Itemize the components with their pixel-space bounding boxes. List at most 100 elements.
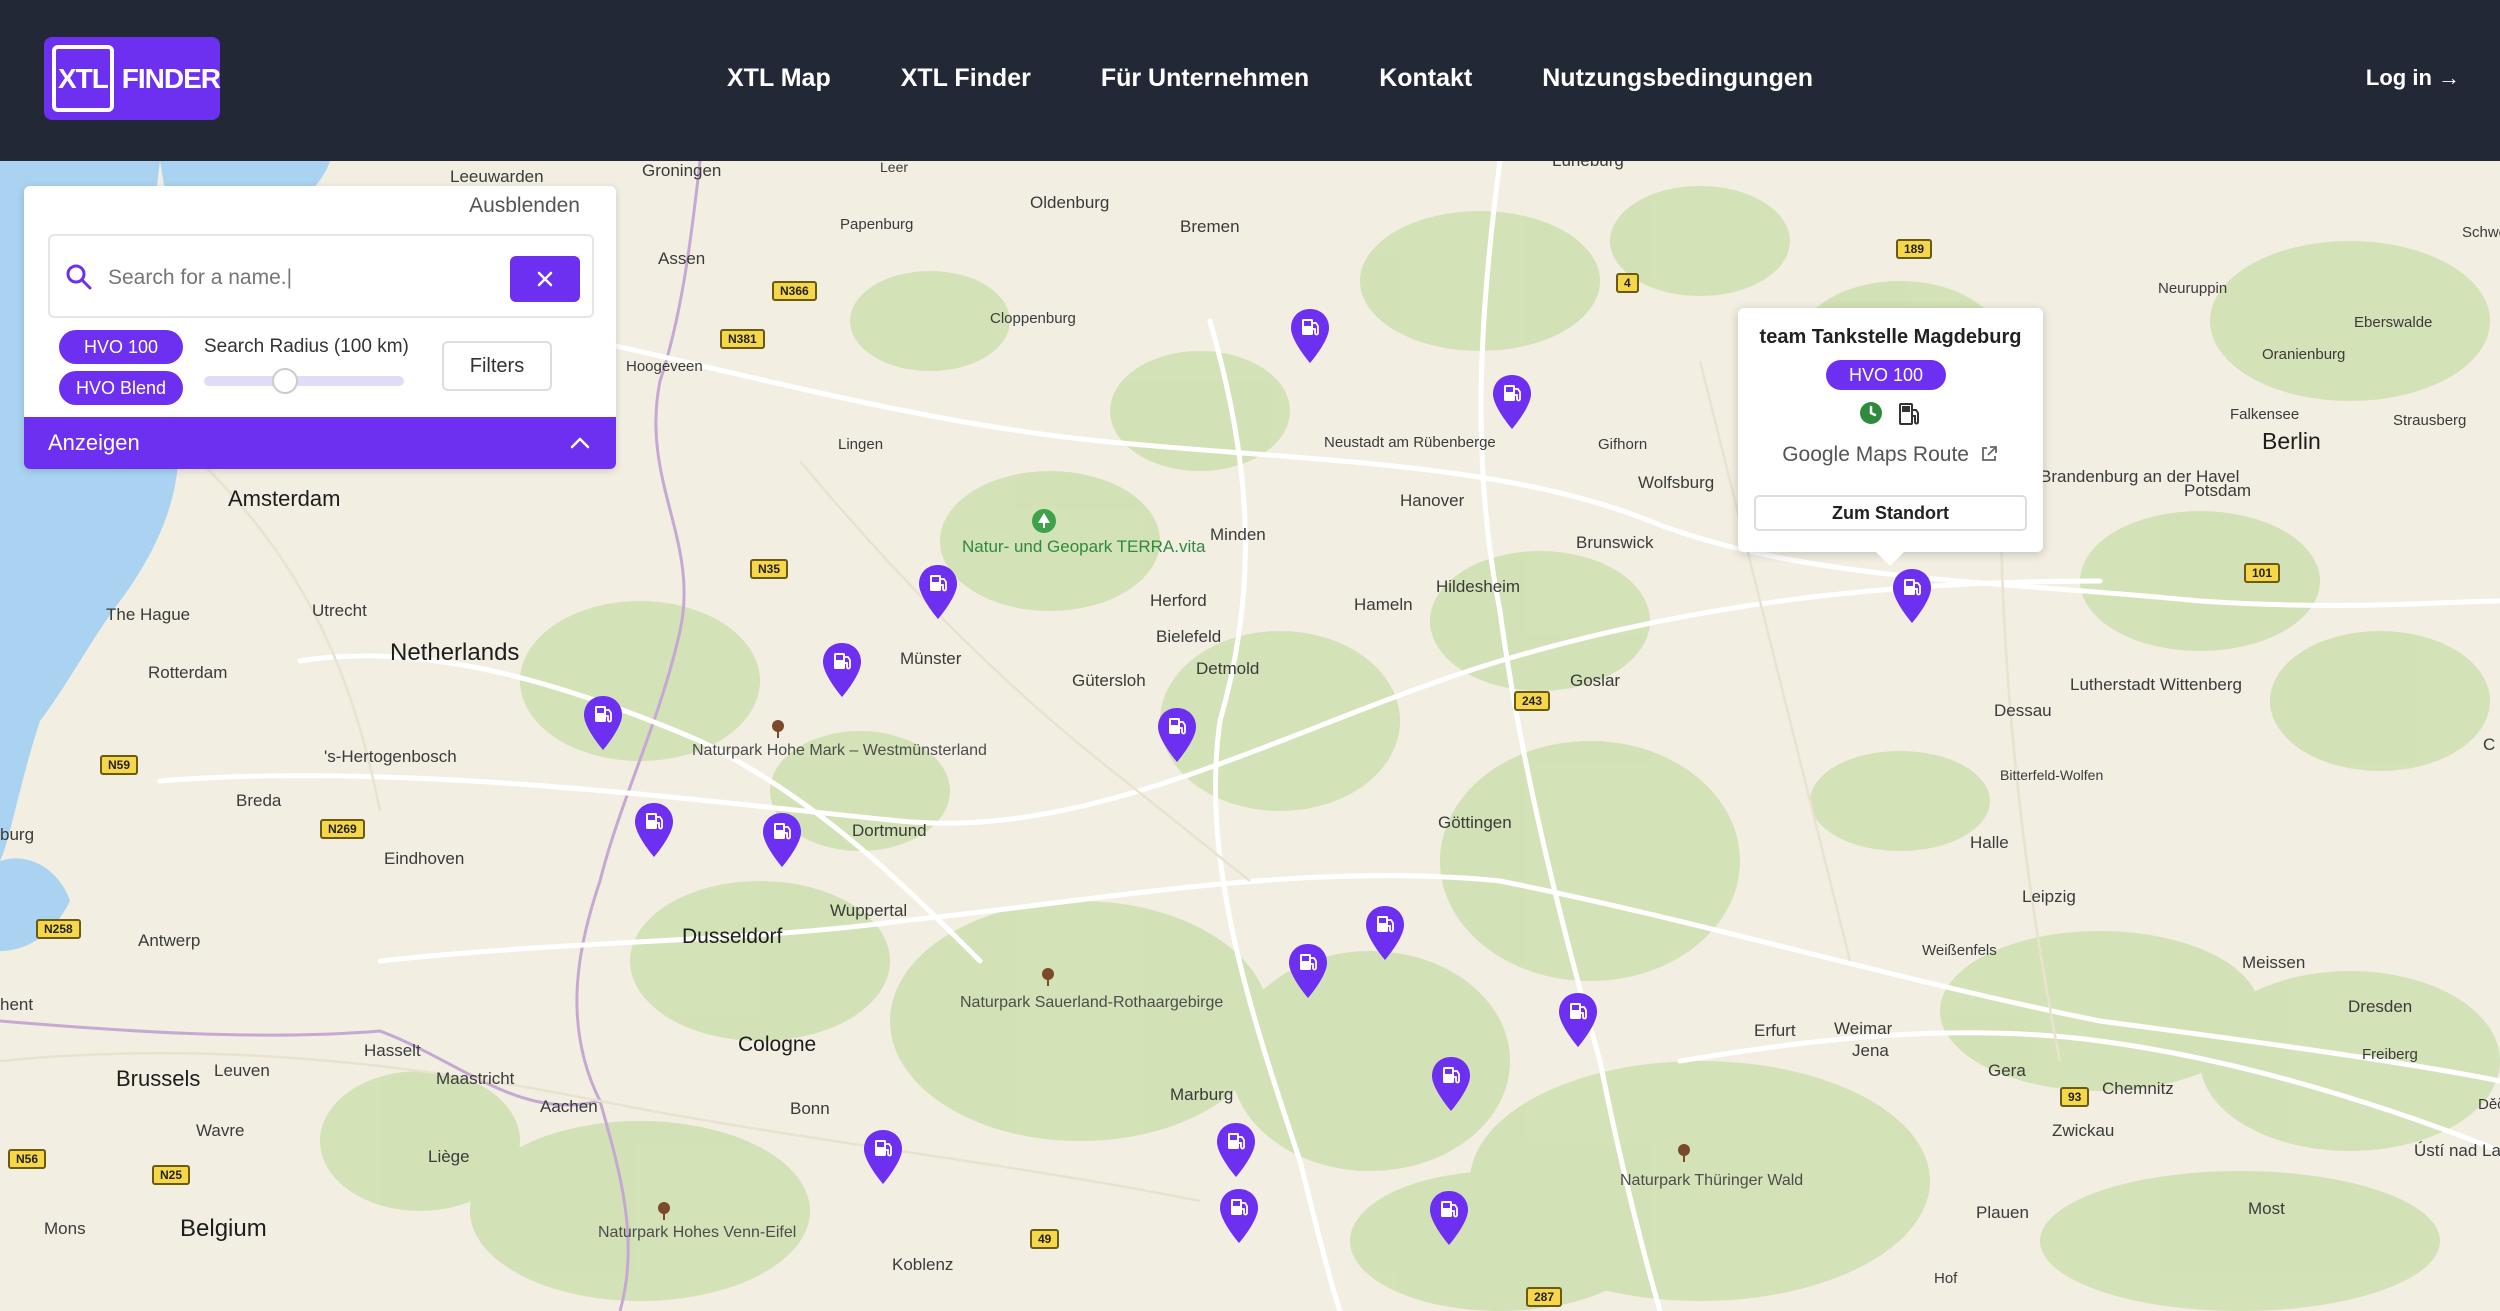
nav-link-fuer-unternehmen[interactable]: Für Unternehmen (1101, 58, 1309, 98)
nav-link-nutzungsbedingungen[interactable]: Nutzungsbedingungen (1542, 58, 1813, 98)
nav-link-kontakt[interactable]: Kontakt (1379, 58, 1472, 98)
search-radius-slider-track[interactable] (204, 376, 404, 386)
city-leuven: Leuven (214, 1061, 270, 1080)
popup-icons (1858, 400, 1924, 428)
fuel-station-pin[interactable] (1218, 1187, 1260, 1245)
fuel-station-pin[interactable] (1215, 1121, 1257, 1179)
city-hanover: Hanover (1400, 491, 1465, 510)
city-erfurt: Erfurt (1754, 1021, 1796, 1040)
city-luneburg: Lüneburg (1552, 161, 1624, 171)
city-detmold: Detmold (1196, 659, 1260, 678)
fuel-station-pin[interactable] (1364, 904, 1406, 962)
city-aachen: Aachen (540, 1097, 598, 1116)
fuel-station-pin[interactable] (1287, 942, 1329, 1000)
search-box (48, 234, 594, 318)
fuel-station-pin[interactable] (1557, 991, 1599, 1049)
city-lutherstadt: Lutherstadt Wittenberg (2070, 675, 2242, 694)
country-belgium: Belgium (180, 1215, 267, 1242)
nav-link-xtl-finder[interactable]: XTL Finder (901, 58, 1031, 98)
city-eindhoven: Eindhoven (384, 849, 465, 868)
road-shield-101: 101 (2244, 563, 2281, 583)
city-zwickau: Zwickau (2052, 1121, 2115, 1140)
top-navbar: XTL FINDER XTL Map XTL Finder Für Untern… (0, 0, 2500, 161)
show-results-bar[interactable]: Anzeigen (24, 417, 616, 469)
city-hof: Hof (1934, 1270, 1958, 1287)
popup-station-name: team Tankstelle Magdeburg (1759, 326, 2022, 348)
fuel-station-pin[interactable] (1156, 706, 1198, 764)
park-marker-icon (658, 1202, 670, 1220)
fuel-station-pin[interactable] (1891, 567, 1933, 625)
search-radius-slider-thumb[interactable] (272, 368, 298, 394)
city-leipzig: Leipzig (2022, 887, 2076, 906)
road-shield-287: 287 (1526, 1287, 1563, 1307)
city-dortmund: Dortmund (852, 821, 927, 840)
fuel-station-pin[interactable] (1289, 307, 1331, 365)
logo-box: XTL (52, 45, 114, 112)
road-shield-49: 49 (1030, 1229, 1060, 1249)
city-cologne: Cologne (738, 1033, 817, 1056)
park-marker-icon (1042, 968, 1054, 986)
fuel-station-pin[interactable] (917, 563, 959, 621)
fuel-station-pin[interactable] (1430, 1055, 1472, 1113)
fuel-station-pin[interactable] (633, 801, 675, 859)
city-schwe: Schwe (2462, 224, 2500, 241)
fuel-station-pin[interactable] (761, 811, 803, 869)
city-munster: Münster (900, 649, 962, 668)
road-shield-243: 243 (1514, 691, 1551, 711)
clear-search-button[interactable] (510, 256, 580, 302)
city-cloppenburg: Cloppenburg (990, 310, 1076, 327)
nav-link-xtl-map[interactable]: XTL Map (727, 58, 831, 98)
filter-chip-hvo-blend[interactable]: HVO Blend (59, 371, 183, 405)
city-neuruppin: Neuruppin (2158, 280, 2228, 297)
search-input[interactable] (108, 260, 528, 296)
city-leeuwarden: Leeuwarden (450, 167, 544, 186)
city-most: Most (2248, 1199, 2285, 1218)
logo[interactable]: XTL FINDER (44, 37, 221, 120)
city-hertogenbosch: 's-Hertogenbosch (324, 747, 457, 766)
road-shield-93: 93 (2060, 1087, 2090, 1107)
fuel-station-pin[interactable] (1428, 1189, 1470, 1247)
city-plauen: Plauen (1976, 1203, 2029, 1222)
hide-panel-link[interactable]: Ausblenden (469, 194, 580, 218)
city-breda: Breda (236, 791, 282, 810)
city-usti: Ústí nad Labem (2414, 1141, 2500, 1160)
fuel-station-pin[interactable] (862, 1128, 904, 1186)
fuel-station-pin[interactable] (1491, 373, 1533, 431)
city-dec-edge: Děči (2478, 1096, 2500, 1113)
nav-links: XTL Map XTL Finder Für Unternehmen Konta… (727, 58, 1883, 98)
city-gera: Gera (1988, 1061, 2026, 1080)
filter-chip-hvo-100[interactable]: HVO 100 (59, 330, 183, 364)
park-hohe-mark: Naturpark Hohe Mark – Westmünsterland (692, 742, 987, 759)
city-papenburg: Papenburg (840, 216, 914, 233)
city-halle: Halle (1970, 833, 2009, 852)
city-dusseldorf: Dusseldorf (682, 925, 783, 948)
zum-standort-button[interactable]: Zum Standort (1754, 495, 2027, 531)
city-gottingen: Göttingen (1438, 813, 1512, 832)
city-bielefeld: Bielefeld (1156, 627, 1222, 646)
city-meissen: Meissen (2242, 953, 2306, 972)
city-hasselt: Hasselt (364, 1041, 421, 1060)
filters-button[interactable]: Filters (442, 341, 552, 391)
city-gutersloh: Gütersloh (1072, 671, 1146, 690)
road-shield-189: 189 (1896, 239, 1933, 259)
city-eberswalde: Eberswalde (2354, 314, 2433, 331)
city-the-hague: The Hague (106, 605, 191, 624)
google-maps-route-link[interactable]: Google Maps Route (1738, 443, 2043, 467)
login-link[interactable]: Log in → (2366, 58, 2460, 98)
park-hohes-venn: Naturpark Hohes Venn-Eifel (598, 1224, 797, 1241)
city-maastricht: Maastricht (436, 1069, 515, 1088)
fuel-station-pin[interactable] (582, 694, 624, 752)
park-tree-icon (1032, 509, 1056, 533)
close-icon (537, 271, 553, 287)
city-wuppertal: Wuppertal (830, 901, 908, 920)
city-rotterdam: Rotterdam (148, 663, 228, 682)
city-falkensee: Falkensee (2230, 406, 2300, 423)
country-netherlands: Netherlands (390, 639, 520, 666)
park-terra-vita: Natur- und Geopark TERRA.vita (962, 537, 1206, 556)
road-shield-n25: N25 (152, 1165, 191, 1185)
road-shield-n59: N59 (100, 755, 139, 775)
city-mons: Mons (44, 1219, 86, 1238)
fuel-station-pin[interactable] (821, 641, 863, 699)
city-minden: Minden (1210, 525, 1266, 544)
city-jena: Jena (1852, 1041, 1889, 1060)
